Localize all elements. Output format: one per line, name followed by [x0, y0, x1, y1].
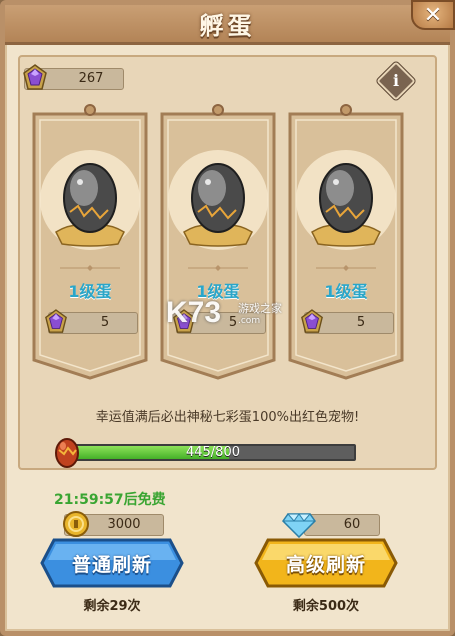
card-divider	[188, 265, 248, 271]
watermark: K73 游戏之家 .com	[166, 296, 296, 336]
red-egg-icon	[55, 438, 79, 468]
luck-progress-bar: 445/800	[70, 444, 356, 461]
advanced-refresh-button[interactable]: 高级刷新	[254, 538, 398, 588]
gem-count: 267	[78, 71, 104, 86]
luck-message: 幸运值满后必出神秘七彩蛋100%出红色宠物!	[95, 410, 360, 425]
card-pin	[84, 104, 96, 116]
diamond-icon	[282, 513, 316, 538]
advanced-refresh-label: 高级刷新	[285, 553, 366, 576]
purple-gem-icon	[45, 309, 67, 333]
purple-gem-icon	[301, 309, 323, 333]
page-title: 孵蛋	[199, 12, 256, 40]
egg-cost-value: 5	[100, 315, 110, 330]
luck-progress-text: 445/800	[185, 445, 240, 460]
title-bar: 孵蛋	[5, 5, 450, 45]
normal-refresh-label: 普通刷新	[71, 553, 152, 576]
info-icon: i	[392, 71, 400, 90]
free-refresh-timer: 21:59:57后免费	[54, 492, 166, 508]
normal-refresh-price-value: 3000	[107, 517, 141, 532]
normal-refresh-button[interactable]: 普通刷新	[40, 538, 184, 588]
watermark-url: .com	[238, 316, 261, 326]
egg-cost-value: 5	[356, 315, 366, 330]
purple-gem-icon	[23, 64, 47, 90]
egg-card-1[interactable]: 1级蛋 5	[30, 104, 150, 380]
close-button[interactable]: ✕	[411, 0, 455, 30]
watermark-logo: K73	[166, 296, 222, 329]
egg-level-label: 1级蛋	[68, 282, 112, 301]
egg-card-2[interactable]: 1级蛋 5	[158, 104, 278, 380]
close-icon: ✕	[423, 2, 443, 28]
card-pin	[340, 104, 352, 116]
egg-level-label: 1级蛋	[324, 282, 368, 301]
egg-icon	[311, 163, 381, 247]
card-divider	[60, 265, 120, 271]
watermark-site-name: 游戏之家	[238, 302, 282, 315]
egg-icon	[183, 163, 253, 247]
card-divider	[316, 265, 376, 271]
card-pin	[212, 104, 224, 116]
egg-icon	[55, 163, 125, 247]
advanced-refresh-price-value: 60	[343, 517, 361, 532]
normal-refresh-remaining: 剩余29次	[83, 599, 141, 614]
advanced-refresh-remaining: 剩余500次	[292, 599, 360, 614]
gold-coin-icon	[63, 511, 89, 537]
egg-card-3[interactable]: 1级蛋 5	[286, 104, 406, 380]
